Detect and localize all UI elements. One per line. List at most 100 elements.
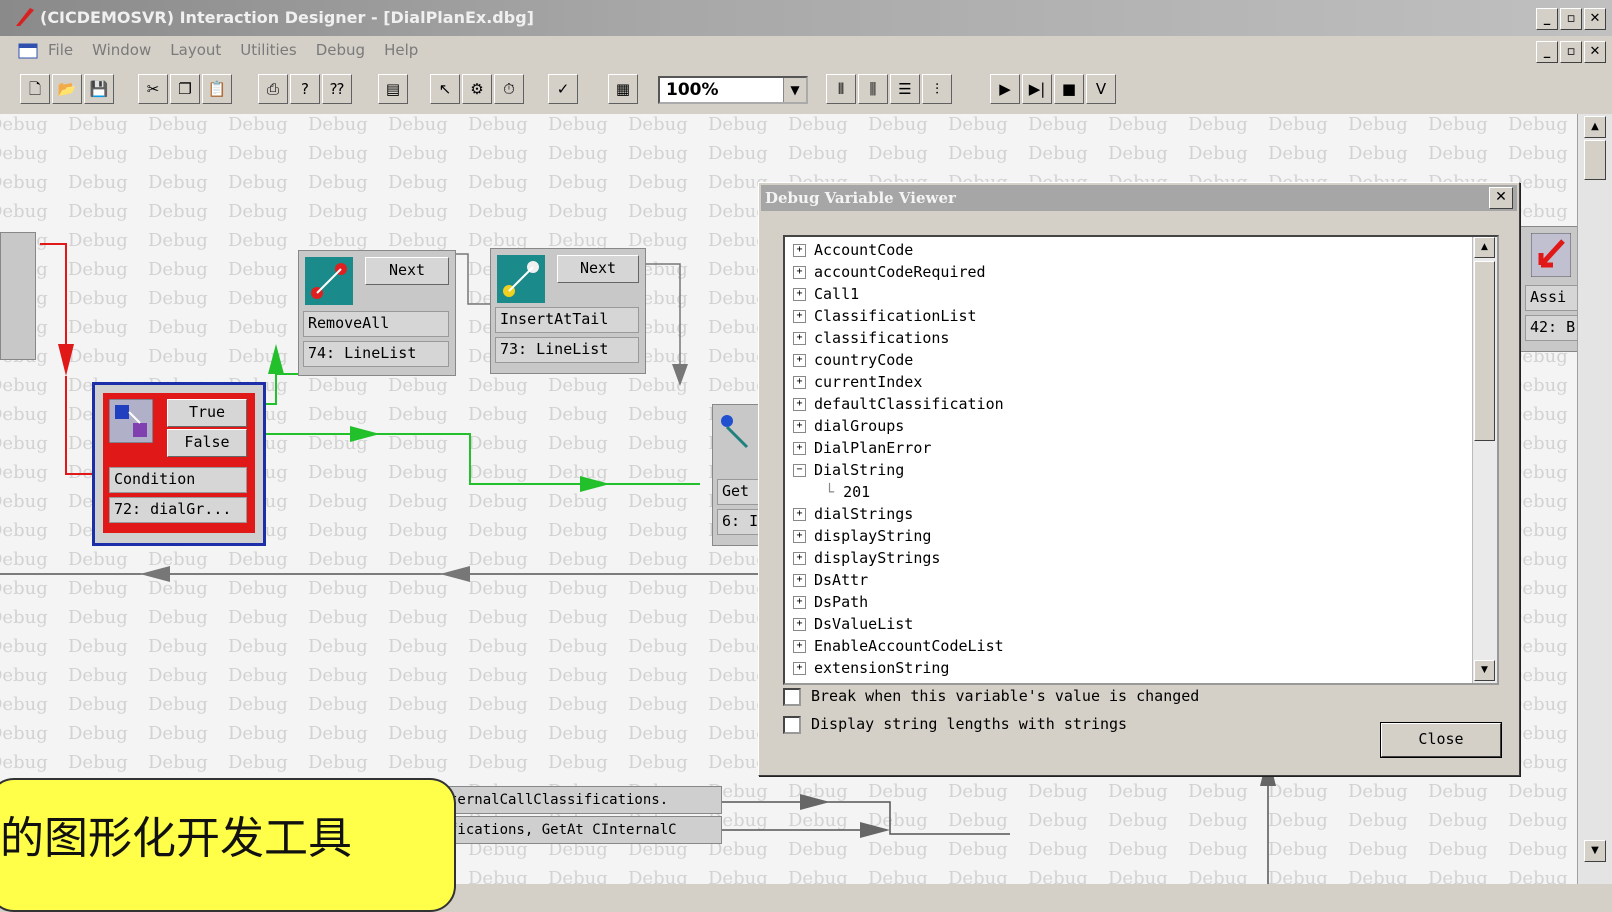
menu-window[interactable]: Window bbox=[92, 41, 151, 59]
scroll-thumb[interactable] bbox=[1584, 140, 1606, 180]
mdi-minimize-button[interactable]: _ bbox=[1536, 41, 1558, 63]
variable-tree-item[interactable]: + defaultClassification bbox=[793, 393, 1004, 415]
variable-tree-item[interactable]: + EnableAccountCodeList bbox=[793, 635, 1004, 657]
check-icon[interactable]: ✓ bbox=[548, 74, 578, 104]
variable-tree-item[interactable]: + extensionString bbox=[793, 657, 949, 679]
break-on-change-checkbox[interactable]: Break when this variable's value is chan… bbox=[783, 687, 1199, 706]
align-bottom-icon[interactable]: ⫶ bbox=[922, 74, 952, 104]
bottom-node-label[interactable]: ternalCallClassifications. bbox=[440, 786, 722, 814]
menu-help[interactable]: Help bbox=[384, 41, 418, 59]
variable-tree-item[interactable]: + AccountCode bbox=[793, 239, 913, 261]
tree-scrollbar[interactable]: ▲ ▼ bbox=[1472, 237, 1497, 683]
save-icon[interactable]: 💾 bbox=[84, 74, 114, 104]
close-icon[interactable]: ✕ bbox=[1489, 187, 1513, 209]
stop-icon[interactable]: ■ bbox=[1054, 74, 1084, 104]
variable-tree-item[interactable]: + currentIndex bbox=[793, 371, 922, 393]
true-exit-button[interactable]: True bbox=[167, 399, 247, 427]
insert-at-tail-node[interactable]: Next InsertAtTail 73: LineList bbox=[490, 248, 646, 374]
bottom-node-label[interactable]: fications, GetAt CInternalC bbox=[440, 816, 722, 844]
assign-node[interactable]: Assi 42: B bbox=[1520, 226, 1578, 352]
variable-tree-item[interactable]: + DsValueList bbox=[793, 613, 913, 635]
next-exit-button[interactable]: Next bbox=[365, 257, 449, 285]
expand-icon[interactable]: + bbox=[793, 618, 806, 631]
open-folder-icon[interactable]: 📂 bbox=[52, 74, 82, 104]
zoom-select[interactable]: 100% ▼ bbox=[658, 76, 808, 104]
copy-icon[interactable]: ❐ bbox=[170, 74, 200, 104]
variable-tree-item[interactable]: └ 201 bbox=[825, 481, 870, 503]
expand-icon[interactable]: + bbox=[793, 640, 806, 653]
variable-tree-item[interactable]: + DialPlanError bbox=[793, 437, 931, 459]
variable-tree-item[interactable]: − DialString bbox=[793, 459, 904, 481]
expand-icon[interactable]: + bbox=[793, 310, 806, 323]
menu-debug[interactable]: Debug bbox=[316, 41, 365, 59]
close-button[interactable]: Close bbox=[1381, 723, 1501, 757]
variable-tree[interactable]: + AccountCode + accountCodeRequired + Call1 + C… bbox=[783, 235, 1499, 685]
new-file-icon[interactable]: 🗋 bbox=[20, 74, 50, 104]
grid-icon[interactable]: ▦ bbox=[608, 74, 638, 104]
variable-tree-item[interactable]: + DsAttr bbox=[793, 569, 868, 591]
scroll-down-icon[interactable]: ▼ bbox=[1474, 660, 1495, 681]
help-icon[interactable]: ? bbox=[290, 74, 320, 104]
expand-icon[interactable]: + bbox=[793, 266, 806, 279]
expand-icon[interactable]: + bbox=[793, 442, 806, 455]
next-exit-button[interactable]: Next bbox=[557, 255, 639, 283]
align-top-icon[interactable]: ☰ bbox=[890, 74, 920, 104]
offscreen-node[interactable] bbox=[0, 232, 36, 360]
paste-icon[interactable]: 📋 bbox=[202, 74, 232, 104]
expand-icon[interactable]: + bbox=[793, 662, 806, 675]
variable-tree-item[interactable]: + ClassificationList bbox=[793, 305, 977, 327]
menu-utilities[interactable]: Utilities bbox=[240, 41, 296, 59]
menu-file[interactable]: File bbox=[48, 41, 73, 59]
menu-layout[interactable]: Layout bbox=[170, 41, 221, 59]
properties-icon[interactable]: ▤ bbox=[378, 74, 408, 104]
maximize-button[interactable]: ▫ bbox=[1560, 8, 1582, 30]
collapse-icon[interactable]: − bbox=[793, 464, 806, 477]
expand-icon[interactable]: + bbox=[793, 376, 806, 389]
scroll-up-icon[interactable]: ▲ bbox=[1474, 237, 1495, 258]
scroll-down-icon[interactable]: ▼ bbox=[1584, 840, 1606, 862]
document-icon[interactable] bbox=[18, 42, 38, 60]
false-exit-button[interactable]: False bbox=[167, 429, 247, 457]
close-window-button[interactable]: ✕ bbox=[1584, 8, 1606, 30]
cut-icon[interactable]: ✂ bbox=[138, 74, 168, 104]
condition-node[interactable]: True False Condition 72: dialGr... bbox=[92, 382, 266, 546]
variable-tree-item[interactable]: + Call1 bbox=[793, 283, 859, 305]
variable-tree-item[interactable]: + displayString bbox=[793, 525, 931, 547]
step-icon[interactable]: ▶| bbox=[1022, 74, 1052, 104]
expand-icon[interactable]: + bbox=[793, 398, 806, 411]
tool-palette-icon[interactable]: ⚙ bbox=[462, 74, 492, 104]
variable-tree-item[interactable]: + DsPath bbox=[793, 591, 868, 613]
expand-icon[interactable]: + bbox=[793, 420, 806, 433]
mdi-close-button[interactable]: ✕ bbox=[1584, 41, 1606, 63]
expand-icon[interactable]: + bbox=[793, 288, 806, 301]
mdi-restore-button[interactable]: ▫ bbox=[1560, 41, 1582, 63]
chevron-down-icon[interactable]: ▼ bbox=[783, 78, 806, 102]
canvas-vertical-scrollbar[interactable]: ▲ ▼ bbox=[1577, 114, 1612, 884]
print-icon[interactable]: ⎙ bbox=[258, 74, 288, 104]
remove-all-node[interactable]: Next RemoveAll 74: LineList bbox=[298, 250, 456, 376]
expand-icon[interactable]: + bbox=[793, 508, 806, 521]
expand-icon[interactable]: + bbox=[793, 574, 806, 587]
align-left-icon[interactable]: ⫴ bbox=[826, 74, 856, 104]
expand-icon[interactable]: + bbox=[793, 244, 806, 257]
timer-icon[interactable]: ⏱ bbox=[494, 74, 524, 104]
variable-tree-item[interactable]: + dialGroups bbox=[793, 415, 904, 437]
context-help-icon[interactable]: ⁇ bbox=[322, 74, 352, 104]
display-lengths-checkbox[interactable]: Display string lengths with strings bbox=[783, 715, 1127, 734]
variable-tree-item[interactable]: + dialStrings bbox=[793, 503, 913, 525]
variable-tree-item[interactable]: + countryCode bbox=[793, 349, 913, 371]
scroll-thumb[interactable] bbox=[1474, 261, 1495, 441]
run-icon[interactable]: ▶ bbox=[990, 74, 1020, 104]
checkbox-box[interactable] bbox=[783, 715, 801, 734]
variable-tree-item[interactable]: + accountCodeRequired bbox=[793, 261, 986, 283]
variable-tree-item[interactable]: + classifications bbox=[793, 327, 949, 349]
variables-icon[interactable]: V bbox=[1086, 74, 1116, 104]
expand-icon[interactable]: + bbox=[793, 354, 806, 367]
expand-icon[interactable]: + bbox=[793, 552, 806, 565]
select-tool-icon[interactable]: ↖ bbox=[430, 74, 460, 104]
expand-icon[interactable]: + bbox=[793, 332, 806, 345]
variable-tree-item[interactable]: + displayStrings bbox=[793, 547, 940, 569]
expand-icon[interactable]: + bbox=[793, 530, 806, 543]
minimize-button[interactable]: _ bbox=[1536, 8, 1558, 30]
scroll-up-icon[interactable]: ▲ bbox=[1584, 116, 1606, 138]
